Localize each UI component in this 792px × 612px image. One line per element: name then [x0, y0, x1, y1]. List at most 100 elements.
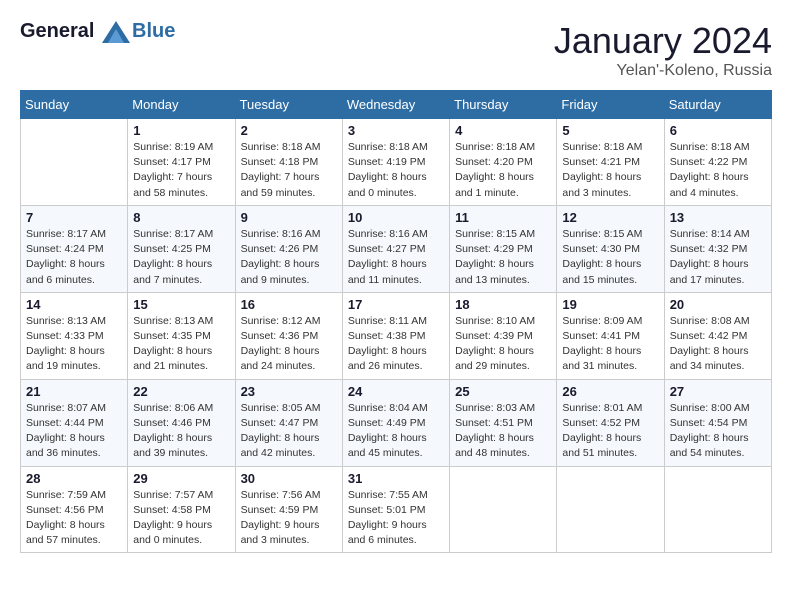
- day-number: 14: [26, 297, 122, 312]
- day-info: Sunrise: 8:14 AMSunset: 4:32 PMDaylight:…: [670, 227, 766, 288]
- calendar-cell: [664, 466, 771, 553]
- day-info: Sunrise: 8:18 AMSunset: 4:19 PMDaylight:…: [348, 140, 444, 201]
- day-number: 9: [241, 210, 337, 225]
- logo-blue: Blue: [132, 20, 175, 43]
- calendar-cell: 17 Sunrise: 8:11 AMSunset: 4:38 PMDayligh…: [342, 292, 449, 379]
- calendar-cell: [450, 466, 557, 553]
- calendar-cell: 5 Sunrise: 8:18 AMSunset: 4:21 PMDaylight…: [557, 119, 664, 206]
- calendar-body: 1Sunrise: 8:19 AMSunset: 4:17 PMDaylight…: [21, 119, 772, 553]
- calendar-cell: 20 Sunrise: 8:08 AMSunset: 4:42 PMDayligh…: [664, 292, 771, 379]
- day-number: 28: [26, 471, 122, 486]
- calendar-cell: 25Sunrise: 8:03 AMSunset: 4:51 PMDayligh…: [450, 379, 557, 466]
- week-row-1: 1Sunrise: 8:19 AMSunset: 4:17 PMDaylight…: [21, 119, 772, 206]
- title-block: January 2024 Yelan'-Koleno, Russia: [554, 20, 772, 80]
- day-number: 27: [670, 384, 766, 399]
- calendar-cell: 15 Sunrise: 8:13 AMSunset: 4:35 PMDayligh…: [128, 292, 235, 379]
- calendar-cell: 30 Sunrise: 7:56 AMSunset: 4:59 PMDayligh…: [235, 466, 342, 553]
- calendar-cell: 21 Sunrise: 8:07 AMSunset: 4:44 PMDayligh…: [21, 379, 128, 466]
- weekday-friday: Friday: [557, 91, 664, 119]
- calendar-cell: [21, 119, 128, 206]
- day-info: Sunrise: 7:59 AMSunset: 4:56 PMDaylight:…: [26, 488, 122, 549]
- day-number: 8: [133, 210, 229, 225]
- location-title: Yelan'-Koleno, Russia: [554, 62, 772, 80]
- week-row-3: 14 Sunrise: 8:13 AMSunset: 4:33 PMDayligh…: [21, 292, 772, 379]
- logo-general: General: [20, 20, 94, 42]
- calendar-cell: 4 Sunrise: 8:18 AMSunset: 4:20 PMDaylight…: [450, 119, 557, 206]
- day-info: Sunrise: 8:18 AMSunset: 4:18 PMDaylight:…: [241, 140, 337, 201]
- day-number: 10: [348, 210, 444, 225]
- calendar-cell: 26Sunrise: 8:01 AMSunset: 4:52 PMDayligh…: [557, 379, 664, 466]
- week-row-4: 21 Sunrise: 8:07 AMSunset: 4:44 PMDayligh…: [21, 379, 772, 466]
- calendar-cell: 9 Sunrise: 8:16 AMSunset: 4:26 PMDaylight…: [235, 205, 342, 292]
- day-number: 30: [241, 471, 337, 486]
- calendar-cell: 28 Sunrise: 7:59 AMSunset: 4:56 PMDayligh…: [21, 466, 128, 553]
- page-header: General Blue January 2024 Yelan'-Koleno,…: [20, 20, 772, 80]
- day-number: 22: [133, 384, 229, 399]
- day-info: Sunrise: 8:09 AMSunset: 4:41 PMDaylight:…: [562, 314, 658, 375]
- day-info: Sunrise: 8:19 AMSunset: 4:17 PMDaylight:…: [133, 140, 229, 201]
- day-info: Sunrise: 8:15 AMSunset: 4:29 PMDaylight:…: [455, 227, 551, 288]
- day-number: 19: [562, 297, 658, 312]
- day-number: 5: [562, 123, 658, 138]
- calendar-cell: [557, 466, 664, 553]
- day-number: 21: [26, 384, 122, 399]
- day-info: Sunrise: 7:57 AMSunset: 4:58 PMDaylight:…: [133, 488, 229, 549]
- day-info: Sunrise: 8:16 AMSunset: 4:26 PMDaylight:…: [241, 227, 337, 288]
- day-info: Sunrise: 8:11 AMSunset: 4:38 PMDaylight:…: [348, 314, 444, 375]
- day-info: Sunrise: 8:06 AMSunset: 4:46 PMDaylight:…: [133, 401, 229, 462]
- day-number: 17: [348, 297, 444, 312]
- day-number: 18: [455, 297, 551, 312]
- logo-icon: [102, 21, 130, 43]
- day-number: 31: [348, 471, 444, 486]
- logo: General Blue: [20, 20, 175, 43]
- calendar-cell: 23 Sunrise: 8:05 AMSunset: 4:47 PMDayligh…: [235, 379, 342, 466]
- calendar-cell: 13 Sunrise: 8:14 AMSunset: 4:32 PMDayligh…: [664, 205, 771, 292]
- weekday-monday: Monday: [128, 91, 235, 119]
- day-info: Sunrise: 8:08 AMSunset: 4:42 PMDaylight:…: [670, 314, 766, 375]
- calendar-cell: 2 Sunrise: 8:18 AMSunset: 4:18 PMDaylight…: [235, 119, 342, 206]
- day-info: Sunrise: 7:56 AMSunset: 4:59 PMDaylight:…: [241, 488, 337, 549]
- calendar-cell: 14 Sunrise: 8:13 AMSunset: 4:33 PMDayligh…: [21, 292, 128, 379]
- calendar-cell: 22 Sunrise: 8:06 AMSunset: 4:46 PMDayligh…: [128, 379, 235, 466]
- day-number: 2: [241, 123, 337, 138]
- day-number: 23: [241, 384, 337, 399]
- day-info: Sunrise: 8:18 AMSunset: 4:21 PMDaylight:…: [562, 140, 658, 201]
- day-number: 4: [455, 123, 551, 138]
- calendar-cell: 1Sunrise: 8:19 AMSunset: 4:17 PMDaylight…: [128, 119, 235, 206]
- day-number: 24: [348, 384, 444, 399]
- day-info: Sunrise: 8:12 AMSunset: 4:36 PMDaylight:…: [241, 314, 337, 375]
- calendar-cell: 29 Sunrise: 7:57 AMSunset: 4:58 PMDayligh…: [128, 466, 235, 553]
- day-info: Sunrise: 8:13 AMSunset: 4:33 PMDaylight:…: [26, 314, 122, 375]
- day-number: 20: [670, 297, 766, 312]
- calendar-table: SundayMondayTuesdayWednesdayThursdayFrid…: [20, 90, 772, 553]
- calendar-cell: 3Sunrise: 8:18 AMSunset: 4:19 PMDaylight…: [342, 119, 449, 206]
- week-row-2: 7Sunrise: 8:17 AMSunset: 4:24 PMDaylight…: [21, 205, 772, 292]
- weekday-saturday: Saturday: [664, 91, 771, 119]
- calendar-cell: 7Sunrise: 8:17 AMSunset: 4:24 PMDaylight…: [21, 205, 128, 292]
- day-info: Sunrise: 8:00 AMSunset: 4:54 PMDaylight:…: [670, 401, 766, 462]
- day-info: Sunrise: 8:07 AMSunset: 4:44 PMDaylight:…: [26, 401, 122, 462]
- day-info: Sunrise: 8:13 AMSunset: 4:35 PMDaylight:…: [133, 314, 229, 375]
- day-info: Sunrise: 8:18 AMSunset: 4:20 PMDaylight:…: [455, 140, 551, 201]
- day-number: 25: [455, 384, 551, 399]
- day-number: 7: [26, 210, 122, 225]
- day-number: 13: [670, 210, 766, 225]
- calendar-cell: 11Sunrise: 8:15 AMSunset: 4:29 PMDayligh…: [450, 205, 557, 292]
- day-number: 15: [133, 297, 229, 312]
- week-row-5: 28 Sunrise: 7:59 AMSunset: 4:56 PMDayligh…: [21, 466, 772, 553]
- weekday-thursday: Thursday: [450, 91, 557, 119]
- day-info: Sunrise: 8:04 AMSunset: 4:49 PMDaylight:…: [348, 401, 444, 462]
- day-number: 29: [133, 471, 229, 486]
- day-info: Sunrise: 8:05 AMSunset: 4:47 PMDaylight:…: [241, 401, 337, 462]
- weekday-wednesday: Wednesday: [342, 91, 449, 119]
- day-info: Sunrise: 8:16 AMSunset: 4:27 PMDaylight:…: [348, 227, 444, 288]
- calendar-cell: 18Sunrise: 8:10 AMSunset: 4:39 PMDayligh…: [450, 292, 557, 379]
- day-number: 6: [670, 123, 766, 138]
- day-info: Sunrise: 7:55 AMSunset: 5:01 PMDaylight:…: [348, 488, 444, 549]
- weekday-header-row: SundayMondayTuesdayWednesdayThursdayFrid…: [21, 91, 772, 119]
- calendar-cell: 24 Sunrise: 8:04 AMSunset: 4:49 PMDayligh…: [342, 379, 449, 466]
- calendar-cell: 27 Sunrise: 8:00 AMSunset: 4:54 PMDayligh…: [664, 379, 771, 466]
- weekday-tuesday: Tuesday: [235, 91, 342, 119]
- day-info: Sunrise: 8:15 AMSunset: 4:30 PMDaylight:…: [562, 227, 658, 288]
- day-info: Sunrise: 8:17 AMSunset: 4:25 PMDaylight:…: [133, 227, 229, 288]
